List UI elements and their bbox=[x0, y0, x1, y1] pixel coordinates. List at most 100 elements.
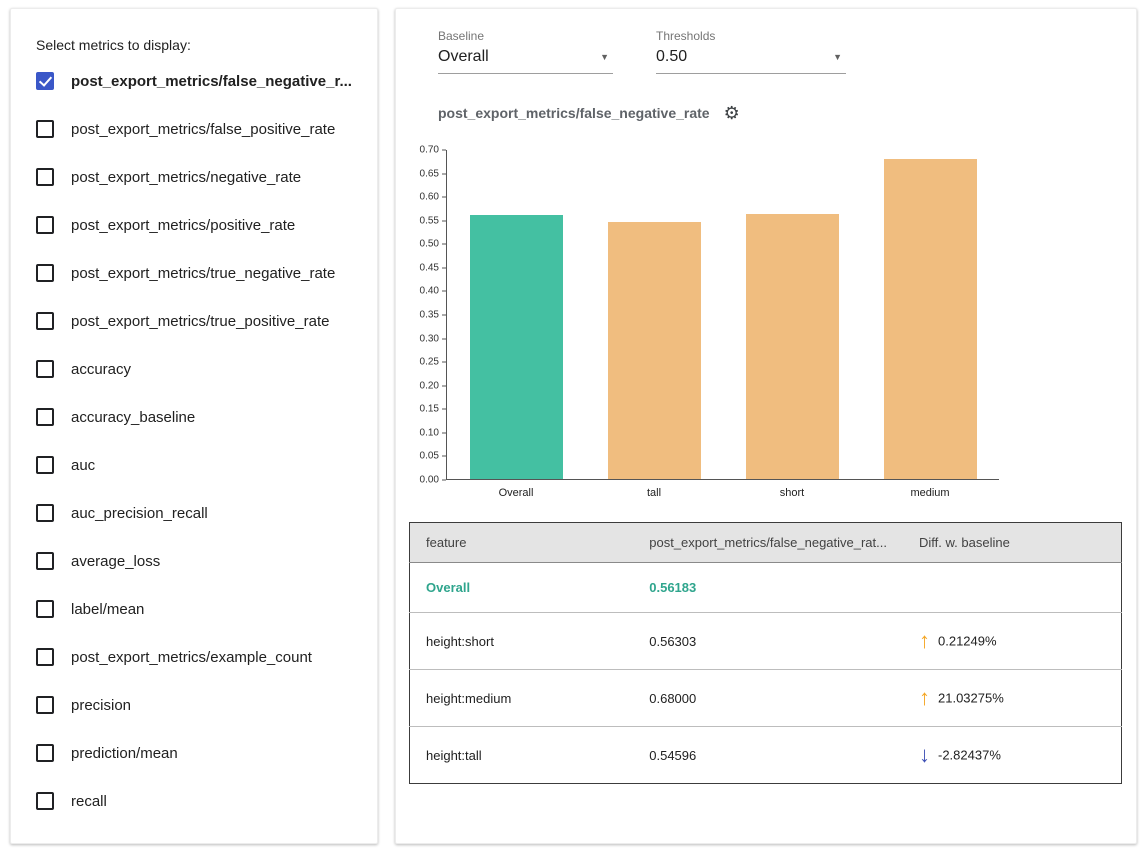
bar-medium[interactable] bbox=[884, 159, 977, 479]
baseline-dropdown-value: Overall bbox=[438, 48, 489, 66]
metric-label: post_export_metrics/true_negative_rate bbox=[71, 265, 335, 282]
metric-checkbox[interactable] bbox=[36, 744, 54, 762]
metric-label: post_export_metrics/positive_rate bbox=[71, 217, 295, 234]
bar-short[interactable] bbox=[746, 214, 839, 479]
bar-tall[interactable] bbox=[608, 222, 701, 479]
y-tick-label: 0.45 bbox=[420, 262, 439, 273]
metric-label: auc_precision_recall bbox=[71, 505, 208, 522]
metrics-panel-title: Select metrics to display: bbox=[36, 37, 357, 53]
metric-label: prediction/mean bbox=[71, 745, 178, 762]
chart-y-axis: 0.000.050.100.150.200.250.300.350.400.45… bbox=[396, 150, 446, 480]
arrow-down-icon: ↓ bbox=[919, 742, 930, 767]
y-tick-label: 0.15 bbox=[420, 404, 439, 415]
gear-icon[interactable]: ⚙ bbox=[724, 104, 740, 122]
y-tick-label: 0.05 bbox=[420, 451, 439, 462]
diff-cell: ↑ 0.21249% bbox=[903, 613, 1122, 670]
chart-header: post_export_metrics/false_negative_rate … bbox=[438, 104, 1136, 122]
thresholds-dropdown[interactable]: Thresholds 0.50 ▼ bbox=[656, 29, 846, 74]
feature-cell: height:medium bbox=[410, 670, 634, 727]
controls-row: Baseline Overall ▼ Thresholds 0.50 ▼ bbox=[396, 9, 1136, 74]
metric-checkbox[interactable] bbox=[36, 312, 54, 330]
metric-item: post_export_metrics/example_count bbox=[36, 633, 357, 681]
diff-value: 21.03275% bbox=[938, 691, 1004, 706]
baseline-dropdown[interactable]: Baseline Overall ▼ bbox=[438, 29, 613, 74]
metric-item: post_export_metrics/positive_rate bbox=[36, 201, 357, 249]
diff-cell: ↓ -2.82437% bbox=[903, 727, 1122, 784]
y-tick-label: 0.70 bbox=[420, 145, 439, 156]
metric-item: post_export_metrics/false_positive_rate bbox=[36, 105, 357, 153]
metric-label: accuracy bbox=[71, 361, 131, 378]
metric-label: label/mean bbox=[71, 601, 144, 618]
y-tick-label: 0.35 bbox=[420, 310, 439, 321]
metric-item: label/mean bbox=[36, 585, 357, 633]
metric-checkbox[interactable] bbox=[36, 792, 54, 810]
y-tick-label: 0.00 bbox=[420, 475, 439, 486]
chevron-down-icon: ▼ bbox=[833, 52, 842, 62]
feature-cell: height:short bbox=[410, 613, 634, 670]
metric-label: post_export_metrics/example_count bbox=[71, 649, 312, 666]
x-tick-label: tall bbox=[585, 487, 723, 499]
metric-item: prediction/mean bbox=[36, 729, 357, 777]
metric-checkbox[interactable] bbox=[36, 552, 54, 570]
bar-slot: short bbox=[723, 150, 861, 479]
metric-item: post_export_metrics/false_negative_r... bbox=[36, 57, 357, 105]
arrow-up-icon: ↑ bbox=[919, 685, 930, 710]
metrics-list: post_export_metrics/false_negative_r...p… bbox=[36, 57, 357, 825]
metric-label: average_loss bbox=[71, 553, 160, 570]
metric-checkbox[interactable] bbox=[36, 168, 54, 186]
y-tick-label: 0.30 bbox=[420, 333, 439, 344]
metric-checkbox[interactable] bbox=[36, 648, 54, 666]
metric-label: accuracy_baseline bbox=[71, 409, 195, 426]
table-row: Overall0.56183 bbox=[410, 563, 1122, 613]
y-tick-label: 0.40 bbox=[420, 286, 439, 297]
bar-overall[interactable] bbox=[470, 215, 563, 479]
metric-item: auc_precision_recall bbox=[36, 489, 357, 537]
metric-value-cell: 0.56303 bbox=[633, 613, 903, 670]
metric-checkbox[interactable] bbox=[36, 504, 54, 522]
metric-label: post_export_metrics/negative_rate bbox=[71, 169, 301, 186]
metric-checkbox[interactable] bbox=[36, 696, 54, 714]
diff-value: 0.21249% bbox=[938, 634, 997, 649]
metric-label: recall bbox=[71, 793, 107, 810]
arrow-up-icon: ↑ bbox=[919, 628, 930, 653]
metric-checkbox[interactable] bbox=[36, 408, 54, 426]
y-tick-label: 0.20 bbox=[420, 380, 439, 391]
metric-item: average_loss bbox=[36, 537, 357, 585]
table-row: height:medium0.68000 ↑ 21.03275% bbox=[410, 670, 1122, 727]
metric-item: precision bbox=[36, 681, 357, 729]
feature-cell: height:tall bbox=[410, 727, 634, 784]
metric-value-cell: 0.68000 bbox=[633, 670, 903, 727]
metric-checkbox[interactable] bbox=[36, 456, 54, 474]
chart-plot: Overalltallshortmedium bbox=[446, 150, 999, 480]
metric-value-cell: 0.56183 bbox=[633, 563, 903, 613]
y-tick-label: 0.50 bbox=[420, 239, 439, 250]
feature-cell: Overall bbox=[410, 563, 634, 613]
metric-item: recall bbox=[36, 777, 357, 825]
metric-item: accuracy bbox=[36, 345, 357, 393]
metric-checkbox[interactable] bbox=[36, 600, 54, 618]
metric-checkbox-checked[interactable] bbox=[36, 72, 54, 90]
metric-item: post_export_metrics/negative_rate bbox=[36, 153, 357, 201]
metric-checkbox[interactable] bbox=[36, 264, 54, 282]
y-tick-label: 0.10 bbox=[420, 427, 439, 438]
metric-item: auc bbox=[36, 441, 357, 489]
x-tick-label: short bbox=[723, 487, 861, 499]
x-tick-label: medium bbox=[861, 487, 999, 499]
col-header-feature: feature bbox=[410, 523, 634, 563]
x-tick-label: Overall bbox=[447, 487, 585, 499]
metric-checkbox[interactable] bbox=[36, 216, 54, 234]
metric-checkbox[interactable] bbox=[36, 360, 54, 378]
diff-value: -2.82437% bbox=[938, 748, 1001, 763]
metric-label: precision bbox=[71, 697, 131, 714]
diff-cell: ↑ 21.03275% bbox=[903, 670, 1122, 727]
metric-label: post_export_metrics/false_negative_r... bbox=[71, 73, 352, 90]
fairness-results-panel: Baseline Overall ▼ Thresholds 0.50 ▼ pos… bbox=[395, 8, 1137, 844]
bar-slot: medium bbox=[861, 150, 999, 479]
metric-label: auc bbox=[71, 457, 95, 474]
table-header-row: feature post_export_metrics/false_negati… bbox=[410, 523, 1122, 563]
bar-chart: 0.00 0.05 0.10 0.15 0.20 0.25 0.30 0.35 0.40 0.45… bbox=[396, 144, 1136, 516]
metric-checkbox[interactable] bbox=[36, 120, 54, 138]
y-tick-label: 0.25 bbox=[420, 357, 439, 368]
metric-value-cell: 0.54596 bbox=[633, 727, 903, 784]
metric-label: post_export_metrics/true_positive_rate bbox=[71, 313, 329, 330]
